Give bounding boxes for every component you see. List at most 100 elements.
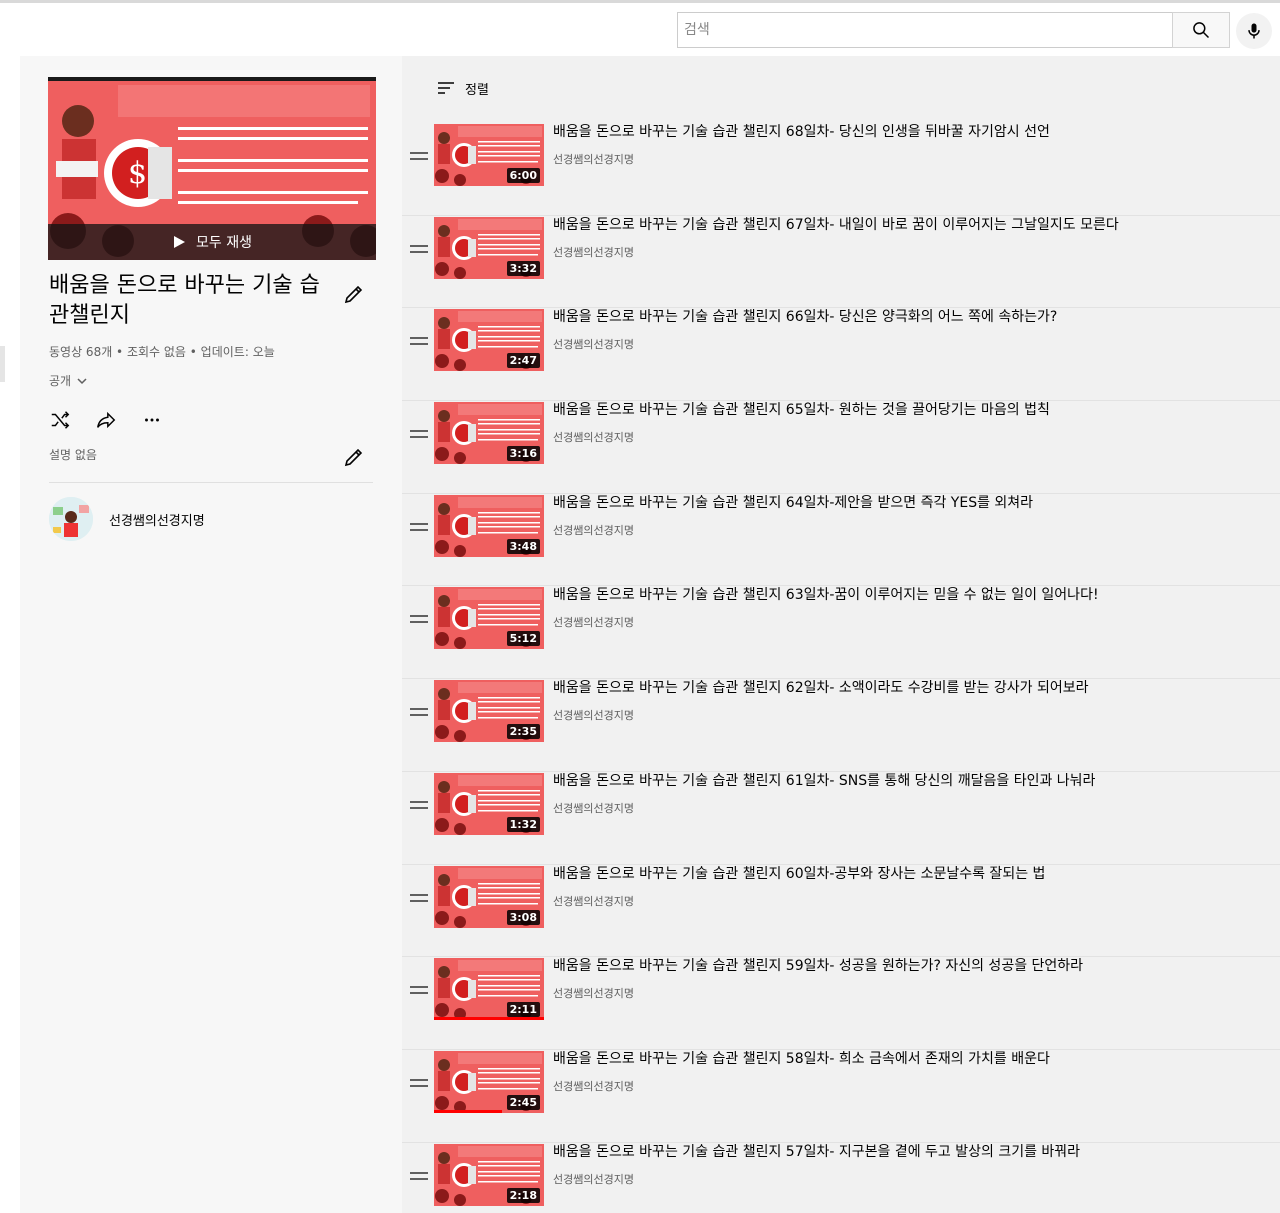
video-row[interactable]: 6:00 배움을 돈으로 바꾸는 기술 습관 챌린지 68일차- 당신의 인생을…: [402, 123, 1280, 216]
drag-handle-icon: [410, 986, 428, 989]
duration-badge: 2:18: [506, 1187, 540, 1203]
duration-badge: 6:00: [506, 168, 540, 183]
voice-search-button[interactable]: [1236, 13, 1272, 49]
sort-label: 정렬: [465, 82, 489, 98]
video-thumbnail[interactable]: 2:47: [434, 309, 544, 372]
video-channel[interactable]: 선경쌤의선경지명: [553, 336, 634, 352]
drag-handle[interactable]: [410, 708, 428, 718]
avatar[interactable]: [49, 497, 93, 541]
drag-handle-icon: [410, 337, 428, 340]
playlist-actions: [48, 408, 164, 432]
video-row[interactable]: 3:32 배움을 돈으로 바꾸는 기술 습관 챌린지 67일차- 내일이 바로 …: [402, 216, 1280, 309]
share-button[interactable]: [94, 408, 118, 432]
privacy-label: 공개: [49, 374, 72, 388]
more-options-button[interactable]: [140, 408, 164, 432]
drag-handle[interactable]: [410, 615, 428, 625]
video-title[interactable]: 배움을 돈으로 바꾸는 기술 습관 챌린지 65일차- 원하는 것을 끌어당기는…: [553, 401, 1050, 419]
video-thumbnail[interactable]: 3:16: [434, 402, 544, 465]
drag-handle[interactable]: [410, 1171, 428, 1182]
video-title[interactable]: 배움을 돈으로 바꾸는 기술 습관 챌린지 67일차- 내일이 바로 꿈이 이루…: [553, 216, 1119, 234]
video-title[interactable]: 배움을 돈으로 바꾸는 기술 습관 챌린지 68일차- 당신의 인생을 뒤바꿀 …: [553, 123, 1050, 141]
video-row[interactable]: 2:35 배움을 돈으로 바꾸는 기술 습관 챌린지 62일차- 소액이라도 수…: [402, 679, 1280, 772]
duration-badge: 2:35: [506, 724, 540, 740]
video-thumbnail[interactable]: 3:48: [434, 494, 544, 557]
edit-title-button[interactable]: [342, 282, 366, 306]
video-thumbnail[interactable]: 6:00: [434, 124, 544, 186]
video-thumbnail[interactable]: 5:12: [434, 587, 544, 650]
owner-name[interactable]: 선경쌤의선경지명: [109, 510, 205, 529]
video-thumbnail[interactable]: 3:08: [434, 865, 544, 928]
drag-handle-icon: [410, 893, 428, 896]
chevron-down-icon: [77, 377, 87, 384]
video-channel[interactable]: 선경쌤의선경지명: [553, 244, 634, 260]
video-channel[interactable]: 선경쌤의선경지명: [553, 1078, 634, 1094]
video-thumbnail[interactable]: 2:45: [434, 1050, 544, 1113]
video-row[interactable]: 5:12 배움을 돈으로 바꾸는 기술 습관 챌린지 63일차-꿈이 이루어지는…: [402, 586, 1280, 680]
edit-description-button[interactable]: [342, 445, 366, 469]
drag-handle[interactable]: [410, 1078, 428, 1089]
duration-badge: 1:32: [506, 816, 540, 832]
video-title[interactable]: 배움을 돈으로 바꾸는 기술 습관 챌린지 59일차- 성공을 원하는가? 자신…: [553, 957, 1083, 975]
search-button[interactable]: [1172, 12, 1230, 48]
play-all-button[interactable]: 모두 재생: [48, 224, 376, 260]
video-channel[interactable]: 선경쌤의선경지명: [553, 429, 634, 445]
video-title[interactable]: 배움을 돈으로 바꾸는 기술 습관 챌린지 66일차- 당신은 양극화의 어느 …: [553, 308, 1057, 326]
drag-handle[interactable]: [410, 152, 428, 162]
video-title[interactable]: 배움을 돈으로 바꾸는 기술 습관 챌린지 58일차- 희소 금속에서 존재의 …: [553, 1050, 1050, 1068]
video-channel[interactable]: 선경쌤의선경지명: [553, 893, 634, 909]
video-row[interactable]: 3:48 배움을 돈으로 바꾸는 기술 습관 챌린지 64일차-제안을 받으면 …: [402, 494, 1280, 587]
playlist-owner[interactable]: 선경쌤의선경지명: [49, 497, 205, 541]
video-channel[interactable]: 선경쌤의선경지명: [553, 800, 634, 816]
video-channel[interactable]: 선경쌤의선경지명: [553, 707, 634, 723]
video-row[interactable]: 2:47 배움을 돈으로 바꾸는 기술 습관 챌린지 66일차- 당신은 양극화…: [402, 308, 1280, 402]
duration-badge: 2:45: [506, 1094, 540, 1110]
drag-handle[interactable]: [410, 800, 428, 811]
shuffle-button[interactable]: [48, 408, 72, 432]
video-channel[interactable]: 선경쌤의선경지명: [553, 1171, 634, 1187]
video-row[interactable]: 1:32 배움을 돈으로 바꾸는 기술 습관 챌린지 61일차- SNS를 통해…: [402, 772, 1280, 865]
video-thumbnail[interactable]: 2:11: [434, 958, 544, 1021]
watch-progress-bar: [434, 1017, 544, 1021]
video-row[interactable]: 2:45 배움을 돈으로 바꾸는 기술 습관 챌린지 58일차- 희소 금속에서…: [402, 1050, 1280, 1143]
video-thumbnail[interactable]: 2:18: [434, 1143, 544, 1206]
search-input[interactable]: [677, 12, 1172, 48]
duration-badge: 3:08: [506, 909, 540, 925]
duration-badge: 3:16: [506, 446, 540, 462]
play-all-label: 모두 재생: [196, 235, 252, 251]
duration-badge: 2:47: [506, 353, 540, 369]
video-title[interactable]: 배움을 돈으로 바꾸는 기술 습관 챌린지 62일차- 소액이라도 수강비를 받…: [553, 679, 1089, 697]
video-row[interactable]: 2:18 배움을 돈으로 바꾸는 기술 습관 챌린지 57일차- 지구본을 곁에…: [402, 1143, 1280, 1213]
drag-handle[interactable]: [410, 522, 428, 533]
drag-handle[interactable]: [410, 244, 428, 255]
drag-handle[interactable]: [410, 430, 428, 440]
playlist-title: 배움을 돈으로 바꾸는 기술 습관챌린지: [49, 273, 320, 328]
video-channel[interactable]: 선경쌤의선경지명: [553, 151, 634, 167]
video-channel[interactable]: 선경쌤의선경지명: [553, 522, 634, 538]
sort-button[interactable]: 정렬: [436, 78, 489, 98]
video-thumbnail[interactable]: 2:35: [434, 680, 544, 743]
video-row[interactable]: 3:08 배움을 돈으로 바꾸는 기술 습관 챌린지 60일차-공부와 장사는 …: [402, 865, 1280, 958]
privacy-dropdown[interactable]: 공개: [49, 372, 89, 389]
video-rows: 6:00 배움을 돈으로 바꾸는 기술 습관 챌린지 68일차- 당신의 인생을…: [402, 123, 1280, 1213]
drag-handle-icon: [410, 522, 428, 525]
drag-handle[interactable]: [410, 337, 428, 347]
video-thumbnail[interactable]: 1:32: [434, 772, 544, 835]
video-thumbnail[interactable]: 3:32: [434, 216, 544, 279]
video-title[interactable]: 배움을 돈으로 바꾸는 기술 습관 챌린지 64일차-제안을 받으면 즉각 YE…: [553, 494, 1033, 512]
pencil-icon: [344, 285, 363, 304]
video-row[interactable]: 3:16 배움을 돈으로 바꾸는 기술 습관 챌린지 65일차- 원하는 것을 …: [402, 401, 1280, 494]
guide-active-marker: [0, 346, 5, 382]
drag-handle[interactable]: [410, 893, 428, 904]
drag-handle-icon: [410, 708, 428, 711]
video-title[interactable]: 배움을 돈으로 바꾸는 기술 습관 챌린지 60일차-공부와 장사는 소문날수록…: [553, 865, 1045, 883]
video-channel[interactable]: 선경쌤의선경지명: [553, 985, 634, 1001]
video-channel[interactable]: 선경쌤의선경지명: [553, 614, 634, 630]
drag-handle-icon: [410, 1078, 428, 1081]
video-title[interactable]: 배움을 돈으로 바꾸는 기술 습관 챌린지 63일차-꿈이 이루어지는 믿을 수…: [553, 586, 1099, 604]
video-row[interactable]: 2:11 배움을 돈으로 바꾸는 기술 습관 챌린지 59일차- 성공을 원하는…: [402, 957, 1280, 1050]
drag-handle-icon: [410, 615, 428, 618]
video-title[interactable]: 배움을 돈으로 바꾸는 기술 습관 챌린지 57일차- 지구본을 곁에 두고 발…: [553, 1143, 1080, 1161]
video-title[interactable]: 배움을 돈으로 바꾸는 기술 습관 챌린지 61일차- SNS를 통해 당신의 …: [553, 772, 1095, 790]
drag-handle[interactable]: [410, 986, 428, 996]
playlist-hero-thumbnail[interactable]: $ 모두 재생: [48, 77, 376, 260]
